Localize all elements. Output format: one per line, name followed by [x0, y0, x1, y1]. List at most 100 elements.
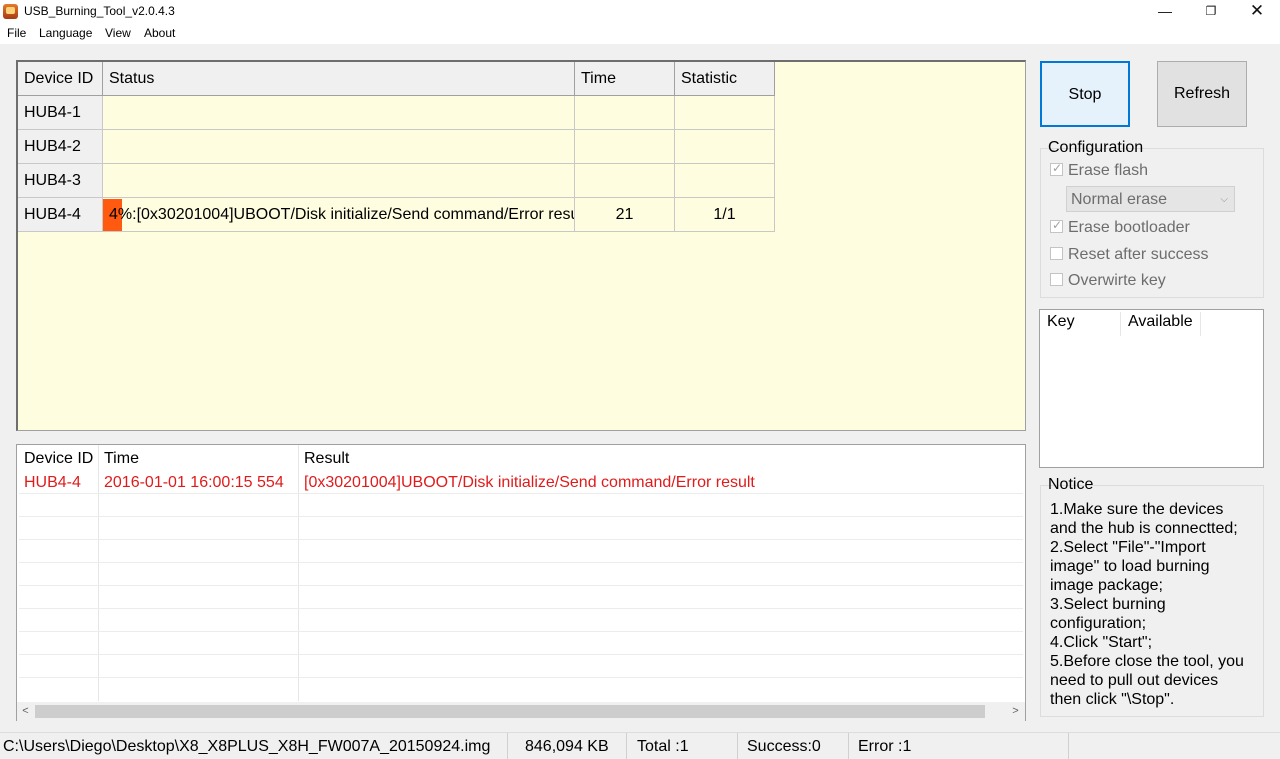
notice-line: 1.Make sure the devices — [1050, 501, 1224, 518]
checkbox-icon[interactable] — [1050, 218, 1063, 233]
grid-row-statistic — [675, 164, 775, 198]
log-header-device-id[interactable]: Device ID — [17, 447, 98, 470]
grid-row-device-id[interactable]: HUB4-3 — [18, 164, 103, 198]
log-list[interactable]: Device ID Time Result HUB4-4 2016-01-01 … — [16, 444, 1026, 721]
grid-row-status — [103, 130, 575, 164]
row-divider — [19, 608, 1023, 609]
scroll-right-icon[interactable]: > — [1007, 702, 1024, 721]
image-path: C:\Users\Diego\Desktop\X8_X8PLUS_X8H_FW0… — [3, 738, 491, 755]
grid-header-device-id[interactable]: Device ID — [18, 62, 103, 96]
grid-row-statistic — [675, 130, 775, 164]
erase-bootloader-label: Erase bootloader — [1068, 219, 1190, 236]
image-size: 846,094 KB — [525, 738, 609, 755]
row-divider — [19, 516, 1023, 517]
status-divider — [507, 733, 508, 759]
grid-row-statistic: 1/1 — [675, 198, 775, 232]
stop-button[interactable]: Stop — [1040, 61, 1130, 127]
notice-line: need to pull out devices — [1050, 672, 1219, 689]
notice-line: then click "\Stop". — [1050, 691, 1175, 708]
grid-header-statistic[interactable]: Statistic — [675, 62, 775, 96]
grid-row-status — [103, 96, 575, 130]
status-divider — [737, 733, 738, 759]
key-header[interactable]: Key — [1047, 313, 1075, 331]
grid-row-time — [575, 130, 675, 164]
row-divider — [19, 654, 1023, 655]
title-bar: USB_Burning_Tool_v2.0.4.3 — ❐ ✕ — [0, 0, 1280, 24]
reset-after-success-label: Reset after success — [1068, 246, 1209, 263]
log-header-result[interactable]: Result — [297, 447, 997, 470]
notice-line: image package; — [1050, 577, 1163, 594]
grid-header-time[interactable]: Time — [575, 62, 675, 96]
erase-flash-checkbox[interactable]: Erase flash — [1050, 161, 1149, 180]
menu-language[interactable]: Language — [39, 26, 92, 40]
row-divider — [19, 677, 1023, 678]
log-row-time[interactable]: 2016-01-01 16:00:15 554 — [97, 471, 297, 494]
menu-view[interactable]: View — [105, 26, 131, 40]
configuration-label: Configuration — [1048, 139, 1144, 156]
row-divider — [19, 631, 1023, 632]
success-count: Success:0 — [747, 738, 821, 755]
minimize-icon[interactable]: — — [1142, 0, 1188, 24]
grid-row-status: 4%:[0x30201004]UBOOT/Disk initialize/Sen… — [109, 206, 575, 223]
row-divider — [19, 539, 1023, 540]
checkbox-icon[interactable] — [1050, 247, 1063, 260]
menu-about[interactable]: About — [144, 26, 175, 40]
notice-line: 4.Click "Start"; — [1050, 634, 1153, 651]
notice-line: configuration; — [1050, 615, 1147, 632]
erase-flash-label: Erase flash — [1068, 162, 1149, 179]
notice-line: 5.Before close the tool, you — [1050, 653, 1244, 670]
checkbox-icon[interactable] — [1050, 273, 1063, 286]
log-row-device-id[interactable]: HUB4-4 — [17, 471, 98, 494]
status-divider — [848, 733, 849, 759]
row-divider — [19, 585, 1023, 586]
notice-line: image" to load burning — [1050, 558, 1210, 575]
key-list[interactable]: Key Available — [1039, 309, 1264, 468]
grid-row-device-id[interactable]: HUB4-4 — [18, 198, 103, 232]
column-divider — [1120, 312, 1121, 336]
grid-row-device-id[interactable]: HUB4-1 — [18, 96, 103, 130]
horizontal-scrollbar[interactable]: < > — [17, 702, 1025, 721]
notice-text: 1.Make sure the devices and the hub is c… — [1050, 500, 1260, 709]
grid-row-status-cell: 4%:[0x30201004]UBOOT/Disk initialize/Sen… — [103, 198, 575, 232]
available-header[interactable]: Available — [1128, 313, 1193, 331]
window-title: USB_Burning_Tool_v2.0.4.3 — [24, 4, 175, 18]
grid-row-device-id[interactable]: HUB4-2 — [18, 130, 103, 164]
checkbox-icon[interactable] — [1050, 161, 1063, 176]
row-divider — [19, 562, 1023, 563]
reset-after-success-checkbox[interactable]: Reset after success — [1050, 246, 1209, 264]
notice-line: 2.Select "File"-"Import — [1050, 539, 1206, 556]
grid-row-time — [575, 96, 675, 130]
notice-line: 3.Select burning — [1050, 596, 1166, 613]
scroll-thumb[interactable] — [35, 705, 985, 718]
grid-row-statistic — [675, 96, 775, 130]
app-icon — [3, 4, 18, 19]
overwrite-key-checkbox[interactable]: Overwirte key — [1050, 272, 1166, 290]
overwrite-key-label: Overwirte key — [1068, 272, 1166, 289]
menu-file[interactable]: File — [7, 26, 26, 40]
error-count: Error :1 — [858, 738, 912, 755]
close-icon[interactable]: ✕ — [1234, 0, 1280, 24]
notice-label: Notice — [1048, 476, 1094, 493]
restore-icon[interactable]: ❐ — [1188, 0, 1234, 24]
grid-header-status[interactable]: Status — [103, 62, 575, 96]
grid-row-time — [575, 164, 675, 198]
chevron-down-icon: ⌵ — [1220, 194, 1228, 205]
notice-line: and the hub is connectted; — [1050, 520, 1238, 537]
status-divider — [1068, 733, 1069, 759]
log-row-result[interactable]: [0x30201004]UBOOT/Disk initialize/Send c… — [297, 471, 1017, 494]
grid-row-time: 21 — [575, 198, 675, 232]
status-divider — [626, 733, 627, 759]
menu-bar: File Language View About — [0, 24, 1280, 44]
grid-row-status — [103, 164, 575, 198]
erase-mode-select[interactable]: Normal erase ⌵ — [1066, 186, 1235, 212]
refresh-button[interactable]: Refresh — [1157, 61, 1247, 127]
scroll-left-icon[interactable]: < — [17, 702, 34, 721]
total-count: Total :1 — [637, 738, 689, 755]
status-bar: C:\Users\Diego\Desktop\X8_X8PLUS_X8H_FW0… — [0, 732, 1280, 759]
device-grid[interactable]: Device ID Status Time Statistic HUB4-1 H… — [16, 60, 1026, 431]
log-header-time[interactable]: Time — [97, 447, 297, 470]
erase-mode-value: Normal erase — [1071, 191, 1168, 208]
row-divider — [19, 493, 1023, 494]
column-divider — [1200, 312, 1201, 336]
erase-bootloader-checkbox[interactable]: Erase bootloader — [1050, 218, 1190, 237]
